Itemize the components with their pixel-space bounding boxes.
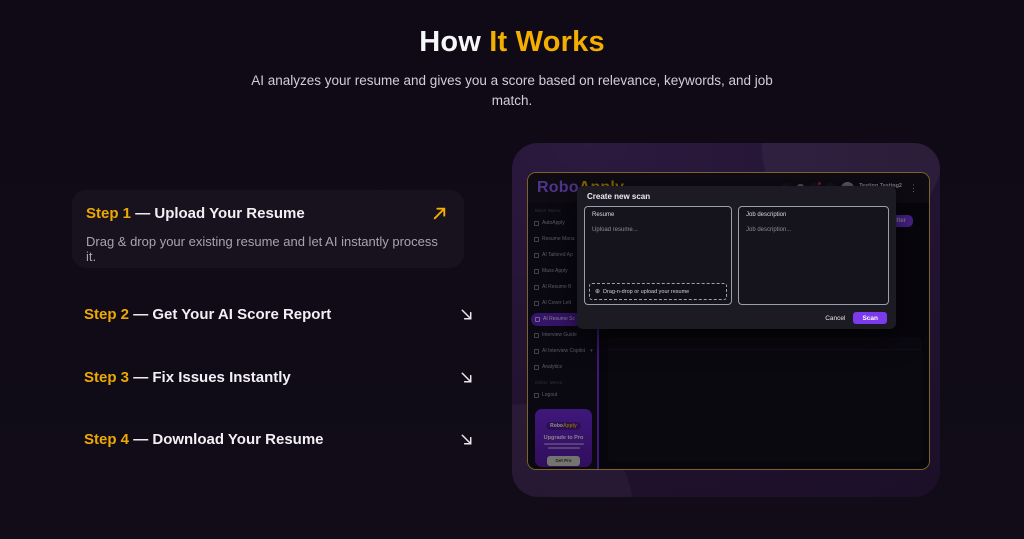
resume-label: Resume xyxy=(592,212,615,218)
roboapply-app-window: RoboApply Testing Testing2 ⋮ Main Menu A… xyxy=(527,172,930,470)
arrow-up-right-icon xyxy=(433,207,446,220)
step-1-header[interactable]: Step 1 — Upload Your Resume xyxy=(86,205,448,222)
job-description-placeholder: Job description... xyxy=(746,227,792,233)
job-description-pane[interactable]: Job description Job description... xyxy=(738,206,889,305)
app-screenshot-card: RoboApply Testing Testing2 ⋮ Main Menu A… xyxy=(512,143,940,497)
arrow-down-right-icon xyxy=(461,372,472,382)
cancel-button[interactable]: Cancel xyxy=(825,315,845,322)
modal-footer: Cancel Scan xyxy=(825,312,887,324)
scan-button[interactable]: Scan xyxy=(853,312,887,324)
step-3-label: Step 3 xyxy=(84,368,130,386)
step-2-row[interactable]: Step 2 — Get Your AI Score Report xyxy=(84,303,474,325)
resume-placeholder: Upload resume... xyxy=(592,227,638,233)
step-1-title: Step 1 — Upload Your Resume xyxy=(86,205,305,222)
section-title: How It Works xyxy=(0,26,1024,59)
step-2-label: Step 2 xyxy=(84,305,130,323)
step-1-label: Step 1 xyxy=(86,205,132,222)
section-title-accent: It Works xyxy=(489,26,605,58)
arrow-down-right-icon xyxy=(461,434,472,444)
arrow-down-right-icon xyxy=(461,309,472,319)
step-4-dash: — xyxy=(133,430,149,448)
how-it-works-section: How It Works AI analyzes your resume and… xyxy=(0,0,1024,539)
step-1-dash: — xyxy=(135,205,151,222)
step-2-dash: — xyxy=(133,305,149,323)
step-4-title: Step 4 — Download Your Resume xyxy=(84,431,324,448)
step-4-label: Step 4 xyxy=(84,430,130,448)
step-3-row[interactable]: Step 3 — Fix Issues Instantly xyxy=(84,366,474,388)
step-1-description: Drag & drop your existing resume and let… xyxy=(86,234,438,264)
step-2-title: Step 2 — Get Your AI Score Report xyxy=(84,306,331,323)
step-4-title-text: Download Your Resume xyxy=(152,430,324,448)
job-description-label: Job description xyxy=(746,212,787,218)
step-3-title: Step 3 — Fix Issues Instantly xyxy=(84,369,291,386)
step-3-dash: — xyxy=(133,368,149,386)
create-new-scan-modal: Create new scan Resume Upload resume... … xyxy=(577,186,896,329)
attach-icon: ⊕ xyxy=(595,289,601,295)
section-subtitle: AI analyzes your resume and gives you a … xyxy=(251,73,773,109)
step-1-title-text: Upload Your Resume xyxy=(154,205,305,222)
modal-title: Create new scan xyxy=(587,192,651,201)
step-1-card[interactable]: Step 1 — Upload Your Resume Drag & drop … xyxy=(72,190,464,268)
resume-upload-pane[interactable]: Resume Upload resume... ⊕ Drag-n-drop or… xyxy=(584,206,732,305)
step-4-row[interactable]: Step 4 — Download Your Resume xyxy=(84,428,474,450)
step-2-title-text: Get Your AI Score Report xyxy=(152,305,332,323)
step-3-title-text: Fix Issues Instantly xyxy=(152,368,291,386)
section-title-prefix: How xyxy=(419,26,482,58)
dropzone-text: Drag-n-drop or upload your resume xyxy=(603,288,690,295)
resume-dropzone[interactable]: ⊕ Drag-n-drop or upload your resume xyxy=(589,283,727,300)
